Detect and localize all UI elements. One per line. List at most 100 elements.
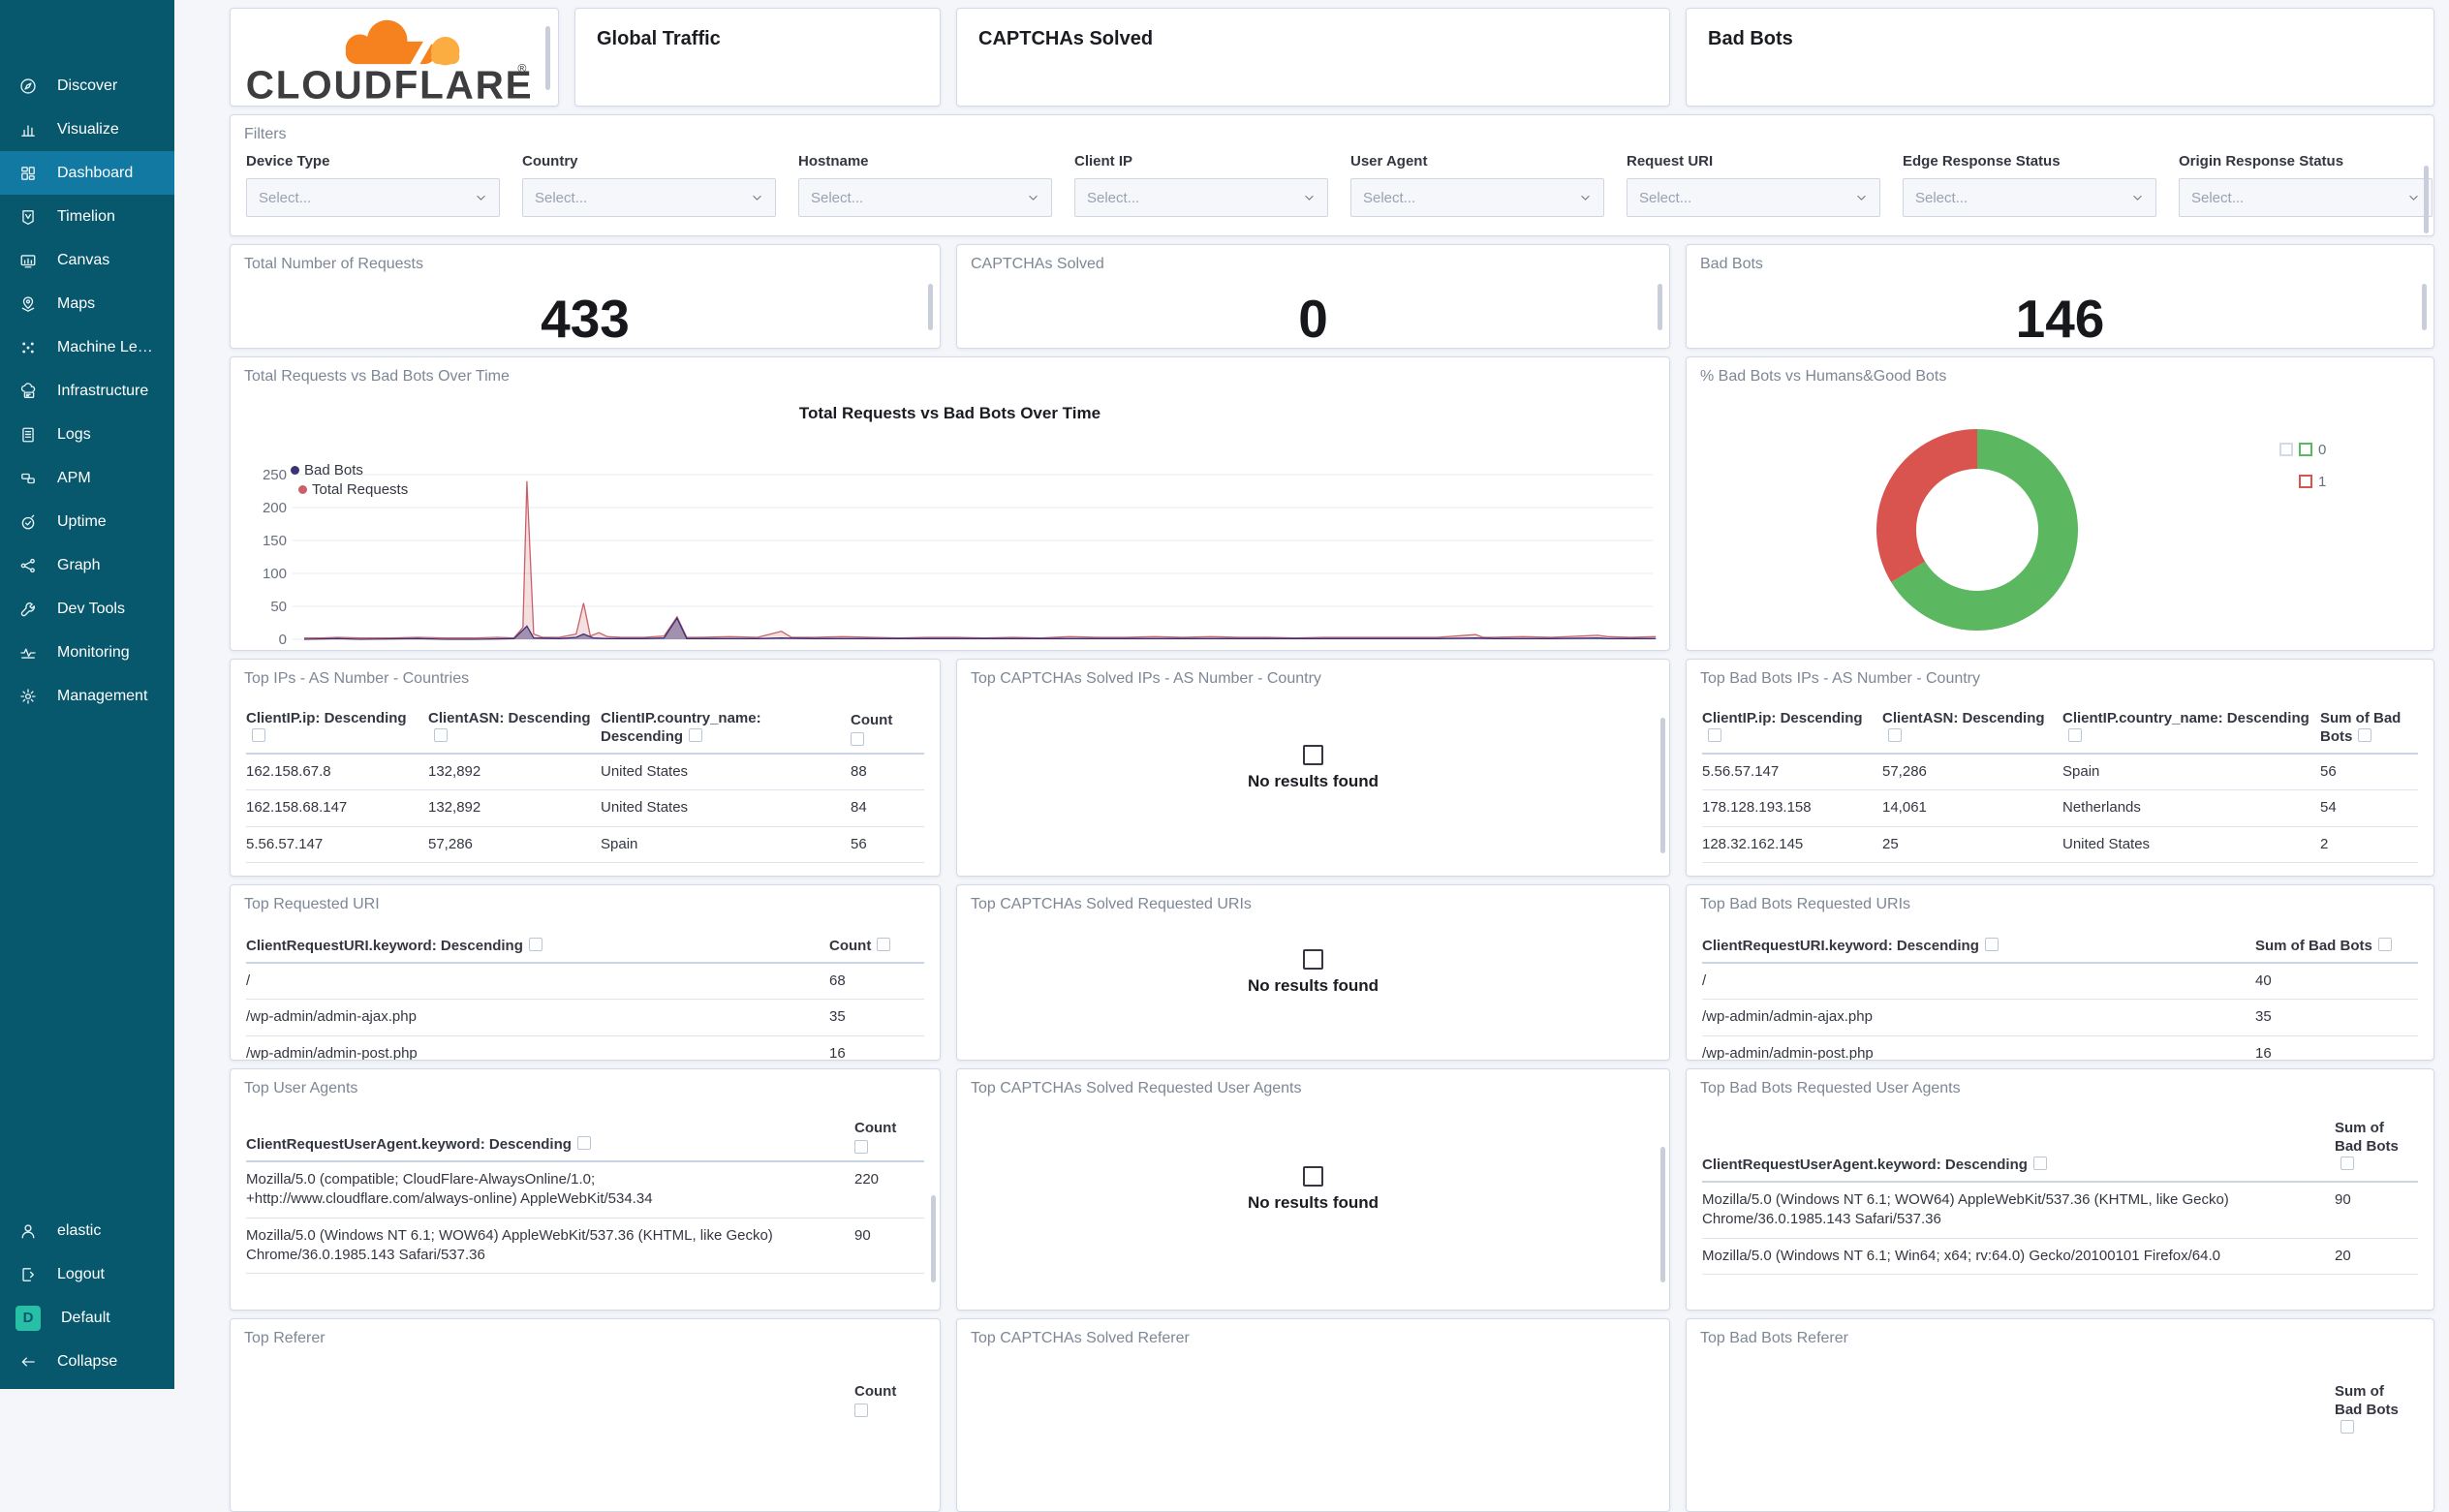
sidebar-item-label: APM	[57, 469, 91, 486]
column-header[interactable]: ClientRequestURI.keyword: Descending	[246, 931, 829, 964]
svg-text:0: 0	[279, 632, 287, 648]
column-header[interactable]: ClientRequestUserAgent.keyword: Descendi…	[246, 1113, 854, 1162]
column-header[interactable]: ClientIP.ip: Descending	[246, 703, 428, 755]
sidebar-item-canvas[interactable]: Canvas	[0, 238, 174, 282]
panel-title: Top CAPTCHAs Solved Referer	[971, 1330, 1190, 1346]
column-header[interactable]: Count	[829, 931, 924, 964]
scrollbar[interactable]	[1658, 284, 1662, 330]
hostname-select[interactable]: Select...	[798, 178, 1052, 217]
cloudflare-logo: CLOUDFLARE ®	[246, 19, 532, 106]
column-header[interactable]: Sum of Bad Bots	[2255, 931, 2418, 964]
column-header[interactable]: Sum of Bad Bots	[2335, 1113, 2418, 1183]
scrollbar[interactable]	[931, 1195, 936, 1282]
bad-bots-value: 146	[2015, 289, 2105, 349]
sidebar-item-space-default[interactable]: D Default	[0, 1296, 174, 1340]
svg-text:50: 50	[270, 599, 287, 615]
sidebar-item-dev-tools[interactable]: Dev Tools	[0, 587, 174, 631]
scrollbar[interactable]	[545, 26, 550, 90]
donut-chart[interactable]	[1687, 357, 2434, 651]
origin-response-status-select[interactable]: Select...	[2179, 178, 2433, 217]
filters-title: Filters	[244, 126, 287, 142]
legend-item-total-requests[interactable]: Total Requests	[298, 479, 408, 499]
panel-top-badbot-ips: Top Bad Bots IPs - AS Number - Country C…	[1686, 659, 2434, 877]
user-agent-select[interactable]: Select...	[1350, 178, 1604, 217]
top-uri-table: ClientRequestURI.keyword: Descending Cou…	[246, 931, 924, 1060]
column-header[interactable]: ClientIP.country_name: Descending	[2062, 703, 2320, 755]
bad-bots-title: Bad Bots	[1708, 28, 1793, 49]
sidebar-item-graph[interactable]: Graph	[0, 543, 174, 587]
chevron-down-icon	[1855, 192, 1868, 204]
no-results: No results found	[957, 660, 1669, 876]
sidebar-item-label: Graph	[57, 556, 101, 573]
select-placeholder: Select...	[535, 189, 588, 206]
visualize-icon	[19, 121, 37, 139]
total-requests-value: 433	[541, 289, 630, 349]
filter-user-agent: User Agent Select...	[1350, 153, 1604, 217]
sidebar-item-management[interactable]: Management	[0, 674, 174, 718]
sidebar-item-uptime[interactable]: Uptime	[0, 500, 174, 543]
column-header[interactable]	[246, 1376, 854, 1424]
filter-edge-response-status: Edge Response Status Select...	[1903, 153, 2156, 217]
sidebar-item-logout[interactable]: Logout	[0, 1252, 174, 1296]
column-header[interactable]: ClientIP.ip: Descending	[1702, 703, 1882, 755]
column-header[interactable]: Sum of Bad Bots	[2320, 703, 2418, 755]
scrollbar[interactable]	[928, 284, 933, 330]
legend-item-1[interactable]: 1	[2299, 471, 2326, 492]
sidebar-item-dashboard[interactable]: Dashboard	[0, 151, 174, 195]
panel-top-ips: Top IPs - AS Number - Countries ClientIP…	[230, 659, 941, 877]
table-row: 178.128.193.158 14,061 Netherlands 54	[1702, 789, 2418, 827]
sidebar-item-collapse[interactable]: Collapse	[0, 1340, 174, 1383]
filter-client-ip: Client IP Select...	[1074, 153, 1328, 217]
panel-top-badbot-uri: Top Bad Bots Requested URIs ClientReques…	[1686, 884, 2434, 1061]
column-header[interactable]	[1702, 1376, 2335, 1444]
column-header[interactable]: ClientRequestURI.keyword: Descending	[1702, 931, 2255, 964]
no-results-text: No results found	[1247, 771, 1380, 790]
request-uri-select[interactable]: Select...	[1627, 178, 1880, 217]
sidebar-item-apm[interactable]: APM	[0, 456, 174, 500]
sort-icon	[2340, 1420, 2354, 1434]
column-header[interactable]: ClientRequestUserAgent.keyword: Descendi…	[1702, 1113, 2335, 1183]
sidebar-item-monitoring[interactable]: Monitoring	[0, 631, 174, 674]
column-header[interactable]: Count	[851, 703, 924, 755]
country-select[interactable]: Select...	[522, 178, 776, 217]
scrollbar[interactable]	[2422, 284, 2427, 330]
sidebar-item-infrastructure[interactable]: Infrastructure	[0, 369, 174, 413]
column-header[interactable]: Count	[854, 1376, 924, 1424]
scrollbar[interactable]	[1660, 718, 1665, 853]
panel-top-captcha-uri: Top CAPTCHAs Solved Requested URIs No re…	[956, 884, 1670, 1061]
legend-item-0[interactable]: 0	[2279, 439, 2326, 460]
column-header[interactable]: Sum of Bad Bots	[2335, 1376, 2418, 1444]
captchas-solved-value: 0	[1298, 289, 1328, 349]
panel-cloudflare-logo: CLOUDFLARE ®	[230, 8, 559, 107]
sidebar: Discover Visualize Dashboard Timelion Ca…	[0, 0, 174, 1389]
legend-item-bad-bots[interactable]: Bad Bots	[291, 460, 408, 479]
column-header[interactable]: Count	[854, 1113, 924, 1162]
infrastructure-icon	[19, 382, 37, 400]
sidebar-item-maps[interactable]: Maps	[0, 282, 174, 325]
edge-response-status-select[interactable]: Select...	[1903, 178, 2156, 217]
dashboard-canvas: CLOUDFLARE ® Global Traffic CAPTCHAs Sol…	[174, 0, 2449, 1512]
sidebar-footer: elastic Logout D Default Collapse	[0, 1209, 174, 1383]
sidebar-item-logs[interactable]: Logs	[0, 413, 174, 456]
client-ip-select[interactable]: Select...	[1074, 178, 1328, 217]
scrollbar[interactable]	[2424, 166, 2429, 233]
top-badbot-ips-table: ClientIP.ip: Descending ClientASN: Desce…	[1702, 703, 2418, 863]
column-header[interactable]: ClientASN: Descending	[428, 703, 601, 755]
sidebar-item-label: Machine Le…	[57, 338, 153, 355]
scrollbar[interactable]	[1660, 1147, 1665, 1282]
sidebar-item-machine-learning[interactable]: Machine Le…	[0, 325, 174, 369]
panel-filters: Filters Device Type Select... Country Se…	[230, 114, 2434, 236]
select-placeholder: Select...	[1639, 189, 1692, 206]
device-type-select[interactable]: Select...	[246, 178, 500, 217]
column-header[interactable]: ClientASN: Descending	[1882, 703, 2062, 755]
collapse-label: Collapse	[57, 1352, 118, 1370]
sidebar-item-timelion[interactable]: Timelion	[0, 195, 174, 238]
sidebar-item-visualize[interactable]: Visualize	[0, 108, 174, 151]
sidebar-item-discover[interactable]: Discover	[0, 64, 174, 108]
line-chart[interactable]: 05010015020025017:0018:0019:0020:0021:00…	[231, 386, 1670, 651]
sidebar-item-user[interactable]: elastic	[0, 1209, 174, 1252]
panel-global-traffic-header: Global Traffic	[574, 8, 941, 107]
global-traffic-title: Global Traffic	[597, 28, 721, 49]
column-header[interactable]: ClientIP.country_name: Descending	[601, 703, 851, 755]
sidebar-item-label: Management	[57, 687, 148, 704]
